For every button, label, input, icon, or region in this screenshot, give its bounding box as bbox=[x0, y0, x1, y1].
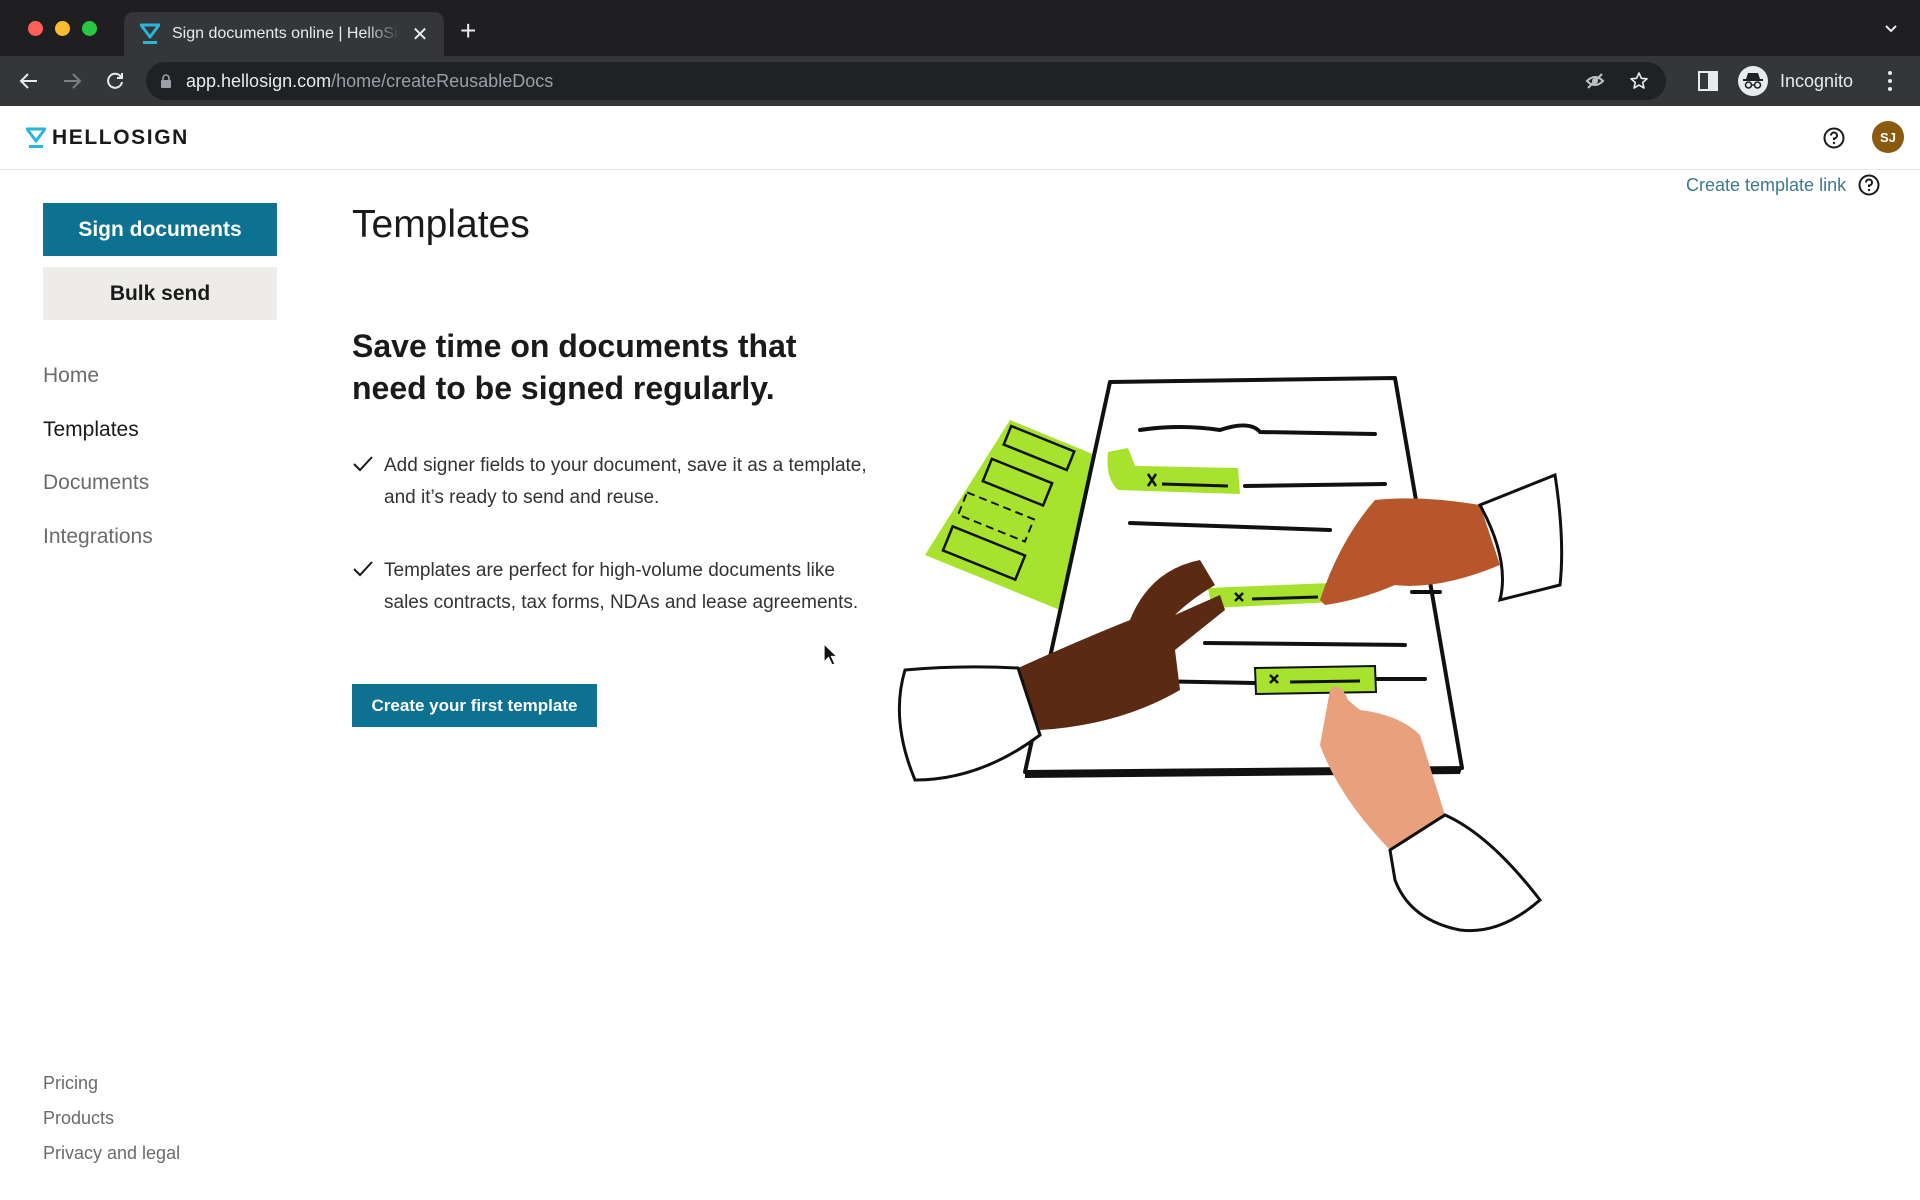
logo-text: HELLOSIGN bbox=[52, 126, 189, 149]
feature-bullet: Templates are perfect for high-volume do… bbox=[352, 555, 872, 619]
tab-title: Sign documents online | HelloSign bbox=[172, 25, 400, 42]
feature-bullet-text: Templates are perfect for high-volume do… bbox=[384, 560, 859, 613]
forward-button[interactable] bbox=[59, 68, 85, 94]
tab-close-icon[interactable]: ✕ bbox=[410, 22, 430, 47]
create-template-link[interactable]: Create template link bbox=[1686, 174, 1880, 196]
side-panel-icon[interactable] bbox=[1697, 70, 1719, 92]
incognito-profile-button[interactable]: Incognito bbox=[1736, 64, 1896, 98]
sidebar-item-templates[interactable]: Templates bbox=[43, 418, 153, 472]
checkmark-icon bbox=[353, 456, 373, 472]
user-avatar[interactable]: SJ bbox=[1872, 121, 1904, 153]
hellosign-logo[interactable]: HELLOSIGN bbox=[26, 126, 189, 150]
feature-bullet-text: Add signer fields to your document, save… bbox=[384, 455, 867, 508]
bulk-send-button[interactable]: Bulk send bbox=[43, 267, 277, 320]
browser-chrome: Sign documents online | HelloSign ✕ + ap… bbox=[0, 0, 1920, 106]
checkmark-icon bbox=[353, 561, 373, 577]
create-first-template-button[interactable]: Create your first template bbox=[352, 684, 597, 727]
sign-documents-button[interactable]: Sign documents bbox=[43, 203, 277, 256]
footer-link-products[interactable]: Products bbox=[43, 1108, 180, 1143]
help-circle-icon[interactable] bbox=[1858, 174, 1880, 196]
url-host: app.hellosign.com bbox=[186, 70, 332, 91]
page-title: Templates bbox=[352, 203, 530, 246]
window-minimize-button[interactable] bbox=[55, 21, 70, 36]
reload-icon bbox=[107, 72, 123, 89]
hellosign-favicon-icon bbox=[140, 23, 160, 44]
sidebar-item-integrations[interactable]: Integrations bbox=[43, 525, 153, 579]
eye-off-icon[interactable] bbox=[1584, 70, 1606, 92]
lock-icon bbox=[161, 74, 171, 88]
sidebar-item-documents[interactable]: Documents bbox=[43, 471, 153, 525]
templates-illustration bbox=[897, 376, 1564, 933]
footer-link-pricing[interactable]: Pricing bbox=[43, 1073, 180, 1108]
incognito-label: Incognito bbox=[1780, 70, 1854, 91]
mouse-cursor-icon bbox=[823, 643, 839, 666]
kebab-menu-icon[interactable] bbox=[1882, 68, 1898, 94]
url-path: /home/createReusableDocs bbox=[331, 70, 554, 91]
app-header: HELLOSIGN SJ bbox=[0, 106, 1920, 170]
feature-bullet: Add signer fields to your document, save… bbox=[352, 450, 872, 514]
back-arrow-icon bbox=[19, 73, 37, 89]
incognito-icon bbox=[1738, 66, 1768, 96]
star-icon[interactable] bbox=[1628, 70, 1650, 92]
reload-button[interactable] bbox=[102, 68, 128, 94]
browser-toolbar: app.hellosign.com/home/createReusableDoc… bbox=[0, 56, 1920, 106]
address-bar[interactable]: app.hellosign.com/home/createReusableDoc… bbox=[146, 62, 1666, 100]
tab-strip: Sign documents online | HelloSign ✕ + bbox=[0, 0, 1920, 56]
tab-search-chevron-icon[interactable] bbox=[1884, 22, 1898, 36]
sidebar-item-home[interactable]: Home bbox=[43, 364, 153, 418]
sidebar-nav: Home Templates Documents Integrations bbox=[43, 364, 153, 578]
browser-tab[interactable]: Sign documents online | HelloSign ✕ bbox=[124, 12, 444, 56]
sidebar-footer: Pricing Products Privacy and legal bbox=[43, 1073, 180, 1178]
headline: Save time on documents that need to be s… bbox=[352, 328, 797, 406]
hellosign-logo-icon bbox=[26, 127, 46, 148]
create-template-link-label: Create template link bbox=[1686, 174, 1847, 195]
back-button[interactable] bbox=[16, 68, 42, 94]
window-close-button[interactable] bbox=[28, 21, 43, 36]
window-zoom-button[interactable] bbox=[82, 21, 97, 36]
footer-link-privacy[interactable]: Privacy and legal bbox=[43, 1143, 180, 1178]
signature-field-tag bbox=[1253, 664, 1378, 696]
forward-arrow-icon bbox=[64, 73, 82, 89]
help-circle-icon[interactable] bbox=[1823, 127, 1845, 149]
new-tab-button[interactable]: + bbox=[460, 17, 476, 45]
